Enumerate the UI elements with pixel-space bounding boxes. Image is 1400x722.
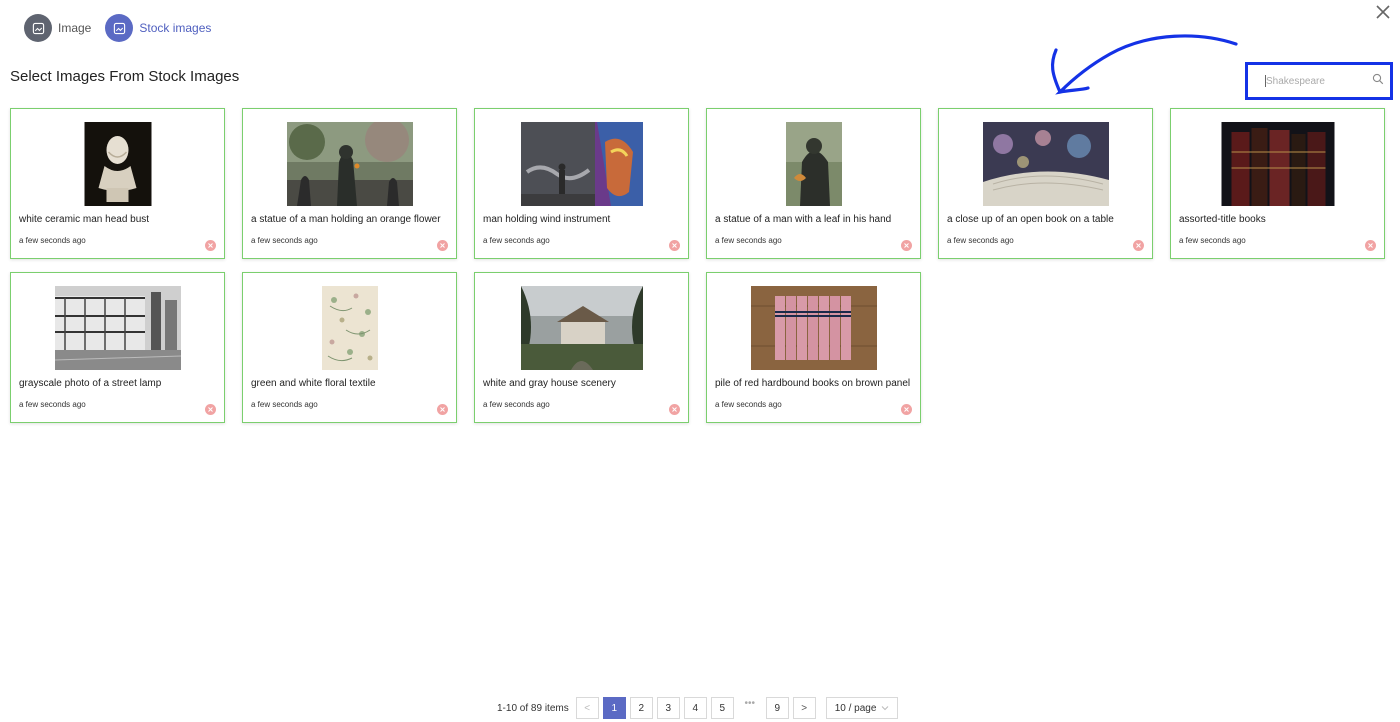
- image-timestamp: a few seconds ago: [251, 400, 318, 409]
- page-ellipsis[interactable]: •••: [736, 698, 764, 709]
- image-card[interactable]: a statue of a man with a leaf in his han…: [706, 108, 921, 259]
- page-title: Select Images From Stock Images: [10, 68, 240, 85]
- image-icon: [105, 14, 134, 42]
- image-timestamp: a few seconds ago: [715, 400, 782, 409]
- page-button-2[interactable]: 2: [629, 697, 653, 719]
- page-button-last[interactable]: 9: [765, 697, 789, 719]
- image-title: a close up of an open book on a table: [947, 214, 1114, 225]
- remove-icon[interactable]: [669, 240, 680, 251]
- image-title: pile of red hardbound books on brown pan…: [715, 378, 911, 389]
- tab-image-label: Image: [58, 21, 92, 35]
- remove-icon[interactable]: [901, 404, 912, 415]
- image-timestamp: a few seconds ago: [483, 400, 550, 409]
- annotation-arrow-icon: [1050, 34, 1238, 95]
- image-card[interactable]: assorted-title books a few seconds ago: [1170, 108, 1385, 259]
- remove-icon[interactable]: [1133, 240, 1144, 251]
- image-title: a statue of a man holding an orange flow…: [251, 214, 441, 225]
- prev-page-button[interactable]: <: [575, 697, 599, 719]
- tab-bar: Image Stock images: [24, 14, 225, 42]
- image-icon: [24, 14, 52, 42]
- page-button-4[interactable]: 4: [683, 697, 707, 719]
- image-timestamp: a few seconds ago: [1179, 236, 1246, 245]
- image-thumbnail: [750, 286, 877, 370]
- remove-icon[interactable]: [901, 240, 912, 251]
- image-title: a statue of a man with a leaf in his han…: [715, 214, 892, 225]
- text-cursor: [1265, 75, 1266, 87]
- image-card[interactable]: a close up of an open book on a table a …: [938, 108, 1153, 259]
- page-button-1[interactable]: 1: [602, 697, 626, 719]
- image-timestamp: a few seconds ago: [947, 236, 1014, 245]
- image-card[interactable]: grayscale photo of a street lamp a few s…: [10, 272, 225, 423]
- image-timestamp: a few seconds ago: [251, 236, 318, 245]
- search-input[interactable]: [1266, 75, 1372, 87]
- image-card[interactable]: man holding wind instrument a few second…: [474, 108, 689, 259]
- image-grid: white ceramic man head bust a few second…: [10, 108, 1390, 423]
- image-timestamp: a few seconds ago: [19, 236, 86, 245]
- close-icon[interactable]: [1374, 3, 1392, 21]
- remove-icon[interactable]: [437, 240, 448, 251]
- image-thumbnail: [286, 122, 413, 206]
- page-size-select[interactable]: 10 / page: [825, 697, 898, 719]
- image-thumbnail: [520, 122, 643, 206]
- pagination: 1-10 of 89 items < 1 2 3 4 5 ••• 9 > 10 …: [497, 697, 898, 719]
- image-timestamp: a few seconds ago: [19, 400, 86, 409]
- remove-icon[interactable]: [437, 404, 448, 415]
- image-thumbnail: [54, 286, 181, 370]
- image-timestamp: a few seconds ago: [483, 236, 550, 245]
- image-title: grayscale photo of a street lamp: [19, 378, 162, 389]
- next-page-button[interactable]: >: [792, 697, 816, 719]
- chevron-down-icon: [881, 706, 889, 711]
- image-title: white ceramic man head bust: [19, 214, 150, 225]
- image-card[interactable]: white and gray house scenery a few secon…: [474, 272, 689, 423]
- image-title: man holding wind instrument: [483, 214, 611, 225]
- image-thumbnail: [84, 122, 151, 206]
- image-timestamp: a few seconds ago: [715, 236, 782, 245]
- tab-stock-images-label: Stock images: [139, 21, 212, 35]
- image-card[interactable]: white ceramic man head bust a few second…: [10, 108, 225, 259]
- remove-icon[interactable]: [205, 240, 216, 251]
- tab-image[interactable]: Image: [24, 14, 91, 42]
- image-thumbnail: [520, 286, 643, 370]
- image-card[interactable]: a statue of a man holding an orange flow…: [242, 108, 457, 259]
- image-title: assorted-title books: [1179, 214, 1266, 225]
- page-size-value: 10 / page: [834, 702, 877, 714]
- image-thumbnail: [982, 122, 1109, 206]
- image-card[interactable]: green and white floral textile a few sec…: [242, 272, 457, 423]
- image-title: green and white floral textile: [251, 378, 376, 389]
- pagination-total: 1-10 of 89 items: [497, 702, 569, 714]
- image-thumbnail: [1221, 122, 1334, 206]
- search-box[interactable]: [1245, 62, 1393, 100]
- remove-icon[interactable]: [1365, 240, 1376, 251]
- search-icon[interactable]: [1372, 72, 1384, 90]
- image-title: white and gray house scenery: [483, 378, 616, 389]
- remove-icon[interactable]: [205, 404, 216, 415]
- page-button-3[interactable]: 3: [656, 697, 680, 719]
- image-card[interactable]: pile of red hardbound books on brown pan…: [706, 272, 921, 423]
- tab-stock-images[interactable]: Stock images: [105, 14, 211, 42]
- image-thumbnail: [321, 286, 378, 370]
- image-thumbnail: [785, 122, 842, 206]
- page-button-5[interactable]: 5: [710, 697, 734, 719]
- remove-icon[interactable]: [669, 404, 680, 415]
